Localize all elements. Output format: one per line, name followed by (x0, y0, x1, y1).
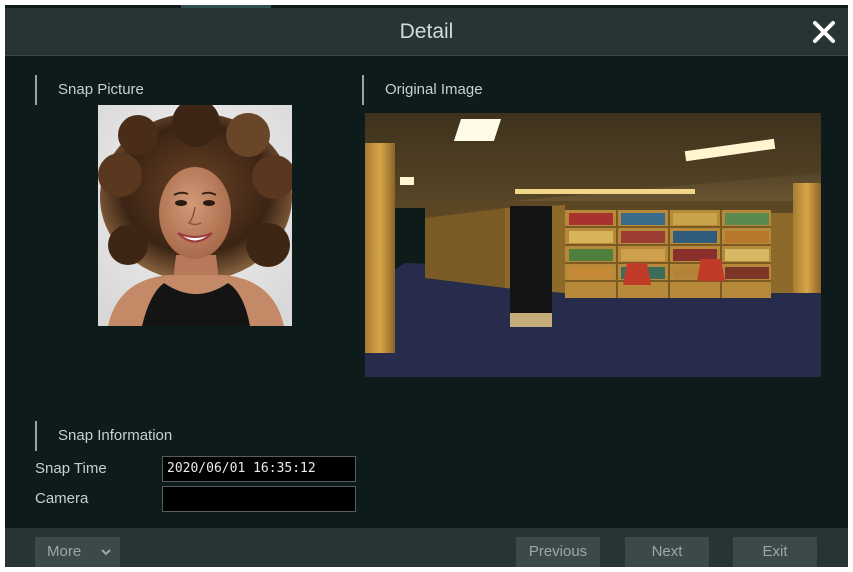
snap-picture-label: Snap Picture (58, 81, 144, 98)
snap-time-field: 2020/06/01 16:35:12 (162, 456, 356, 482)
snap-information-label: Snap Information (58, 427, 173, 444)
camera-label: Camera (35, 490, 89, 507)
original-image-heading: Original Image (362, 75, 483, 105)
original-image-label: Original Image (385, 81, 483, 98)
exit-button[interactable]: Exit (733, 537, 817, 567)
camera-field (162, 486, 356, 512)
dialog-title: Detail (399, 20, 454, 43)
snap-information-heading: Snap Information (35, 421, 172, 451)
title-bar: Detail (5, 8, 848, 56)
section-bar (35, 75, 37, 105)
section-bar (35, 421, 37, 451)
footer-bar: More Previous Next Exit (5, 528, 848, 567)
next-button[interactable]: Next (625, 537, 709, 567)
detail-dialog: Detail Snap Picture Original Image Snap … (5, 5, 848, 567)
previous-button[interactable]: Previous (516, 537, 600, 567)
original-image-view (365, 113, 821, 377)
snap-picture-heading: Snap Picture (35, 75, 144, 105)
snap-time-label: Snap Time (35, 460, 107, 477)
snap-picture-image (98, 105, 292, 326)
close-icon (813, 21, 835, 43)
more-button[interactable]: More (35, 537, 120, 567)
more-button-label: More (47, 543, 82, 560)
section-bar (362, 75, 364, 105)
close-button[interactable] (808, 16, 840, 48)
chevron-down-icon (101, 549, 111, 556)
